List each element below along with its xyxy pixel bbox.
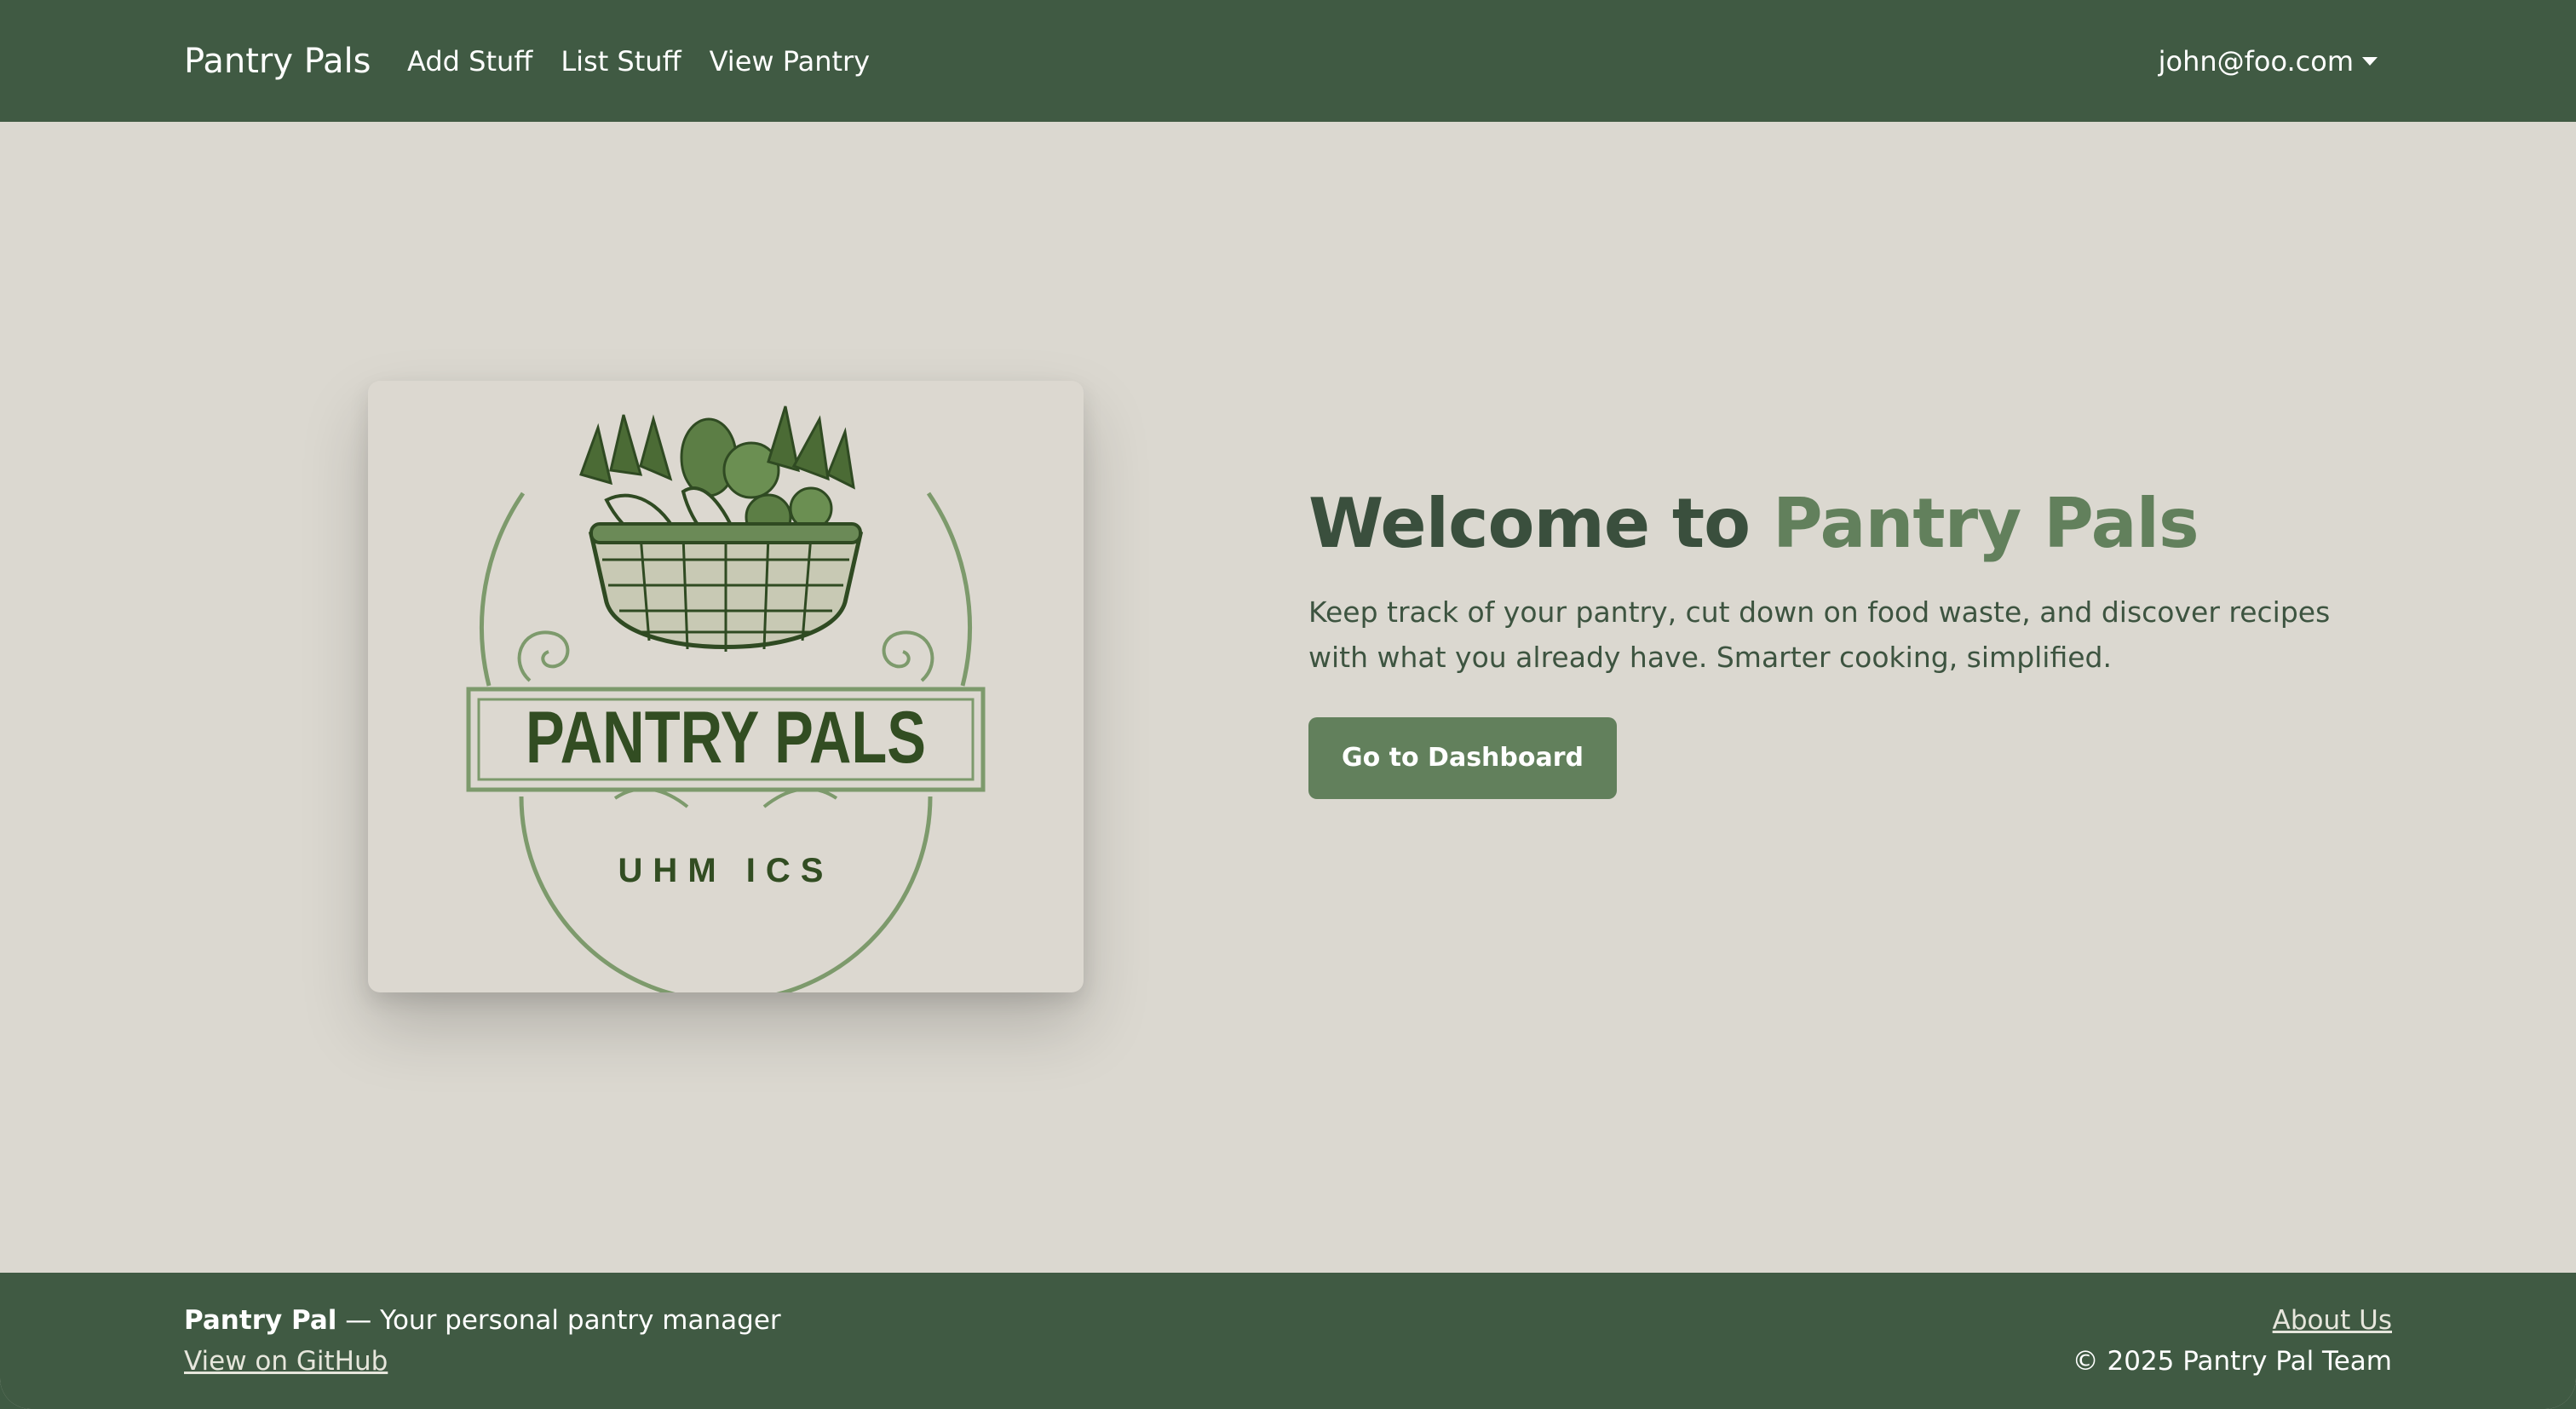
hero-title-prefix: Welcome to [1308, 484, 1773, 563]
app-frame: Pantry Pals Add Stuff List Stuff View Pa… [0, 0, 2576, 1409]
footer-tagline: — Your personal pantry manager [336, 1305, 781, 1336]
hero-title-accent: Pantry Pals [1772, 484, 2199, 563]
go-to-dashboard-button[interactable]: Go to Dashboard [1308, 717, 1617, 799]
svg-text:UHM ICS: UHM ICS [618, 852, 834, 889]
hero-description: Keep track of your pantry, cut down on f… [1308, 595, 2331, 674]
navbar-brand[interactable]: Pantry Pals [184, 39, 371, 83]
github-link[interactable]: View on GitHub [184, 1346, 388, 1377]
footer-right: About Us © 2025 Pantry Pal Team [2073, 1300, 2392, 1382]
user-email: john@foo.com [2158, 45, 2354, 78]
nav-link-list-stuff[interactable]: List Stuff [561, 43, 681, 80]
hero-section: Welcome to Pantry Pals Keep track of you… [1308, 477, 2416, 799]
svg-text:PANTRY PALS: PANTRY PALS [526, 697, 926, 779]
caret-down-icon [2362, 57, 2378, 66]
user-dropdown[interactable]: john@foo.com [2159, 43, 2378, 80]
about-us-link[interactable]: About Us [2273, 1305, 2392, 1336]
nav-link-add-stuff[interactable]: Add Stuff [407, 43, 532, 80]
copyright-text: © 2025 Pantry Pal Team [2072, 1346, 2392, 1377]
footer-left: Pantry Pal — Your personal pantry manage… [184, 1300, 781, 1382]
nav-link-view-pantry[interactable]: View Pantry [710, 43, 871, 80]
logo-card: PANTRY PALS UHM ICS [368, 381, 1084, 992]
page-footer: Pantry Pal — Your personal pantry manage… [0, 1273, 2576, 1409]
hero-title: Welcome to Pantry Pals [1308, 477, 2416, 571]
footer-brand: Pantry Pal [184, 1305, 337, 1336]
nav-links: Add Stuff List Stuff View Pantry [407, 43, 898, 80]
footer-tagline-line: Pantry Pal — Your personal pantry manage… [184, 1300, 781, 1341]
top-navbar: Pantry Pals Add Stuff List Stuff View Pa… [0, 0, 2576, 122]
pantry-pals-logo: PANTRY PALS UHM ICS [466, 405, 986, 992]
